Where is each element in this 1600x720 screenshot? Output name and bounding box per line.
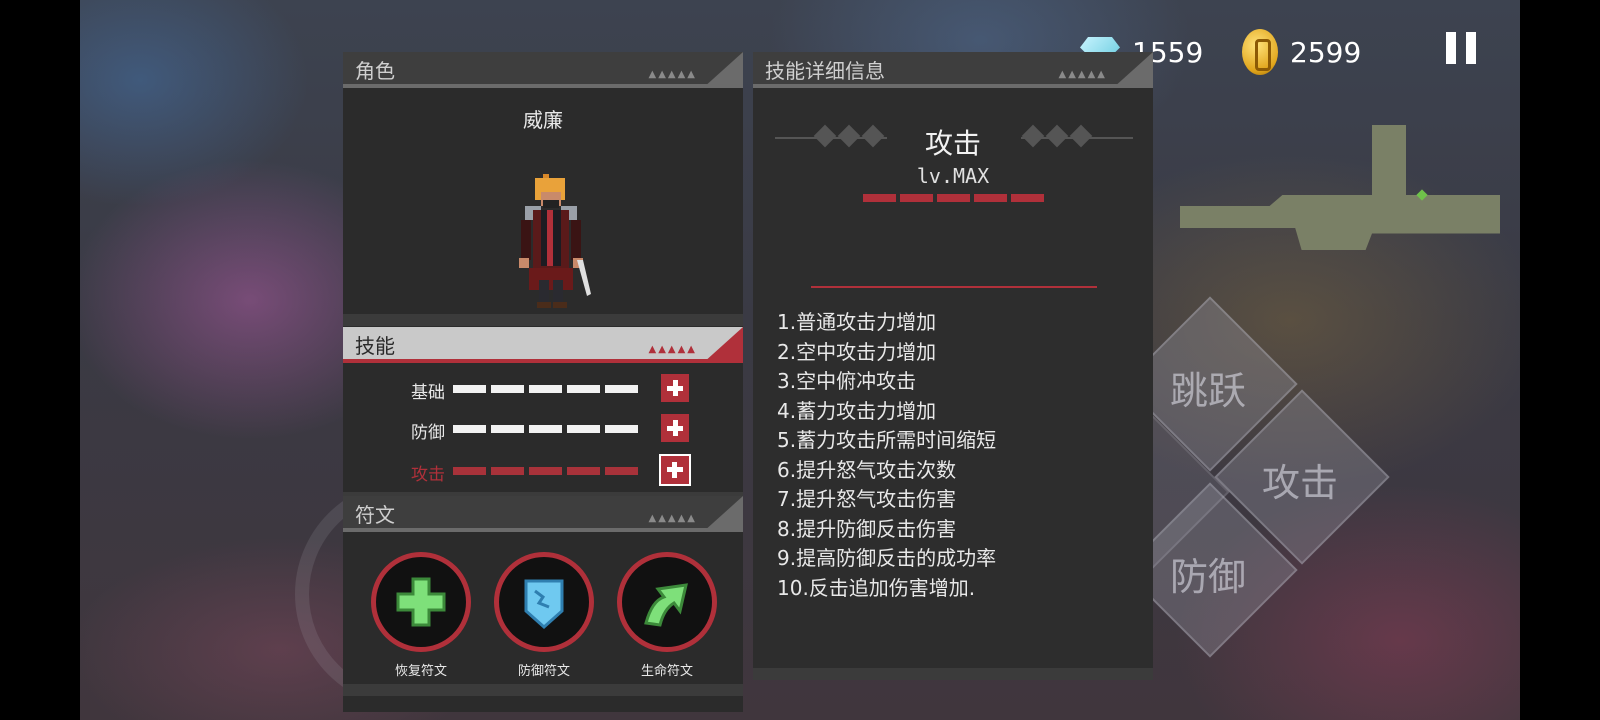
list-item: 3.空中俯冲攻击 — [777, 369, 917, 393]
green-arrow-up-icon — [617, 552, 717, 652]
header-corner — [703, 327, 743, 363]
skill-row-basic[interactable]: 基础 — [343, 372, 743, 406]
rune-slot-recovery[interactable]: 恢复符文 — [371, 552, 471, 679]
header-dots: ▲▲▲▲▲ — [648, 513, 697, 524]
rune-label: 防御符文 — [517, 664, 570, 679]
skills-header-label: 技能 — [355, 334, 395, 358]
list-item: 9.提高防御反击的成功率 — [777, 546, 997, 570]
pause-icon[interactable] — [1446, 32, 1476, 64]
skill-effects-list: 1.普通攻击力增加 2.空中攻击力增加 3.空中俯冲攻击 4.蓄力攻击力增加 5… — [777, 308, 996, 603]
defend-label: 防御 — [1169, 555, 1246, 599]
skill-level: lv.MAX — [916, 164, 990, 188]
runes-header: 符文 ▲▲▲▲▲ — [343, 496, 743, 532]
skill-label: 基础 — [411, 383, 445, 403]
skill-label: 防御 — [411, 423, 445, 443]
divider — [811, 286, 1097, 288]
skills-header: 技能 ▲▲▲▲▲ — [343, 327, 743, 363]
runes-header-label: 符文 — [355, 503, 395, 527]
upgrade-plus-icon[interactable] — [661, 414, 689, 442]
skill-level-bars — [453, 385, 638, 393]
character-panel: 角色 ▲▲▲▲▲ 威廉 技能 ▲▲▲▲▲ 基础 防御 攻击 符文 ▲▲▲▲▲ 恢… — [343, 52, 743, 712]
skill-detail-header: 技能详细信息 ▲▲▲▲▲ — [753, 52, 1153, 88]
green-cross-icon — [371, 552, 471, 652]
list-item: 8.提升防御反击伤害 — [777, 516, 957, 541]
character-header: 角色 ▲▲▲▲▲ — [343, 52, 743, 88]
header-corner — [703, 496, 743, 532]
jump-label: 跳跃 — [1169, 369, 1246, 413]
character-header-label: 角色 — [355, 59, 395, 83]
minimap-shaft — [1372, 125, 1406, 205]
skill-level-bars — [453, 425, 638, 433]
skill-row-attack[interactable]: 攻击 — [343, 454, 743, 488]
list-item: 10.反击追加伤害增加. — [777, 575, 976, 600]
list-item: 1.普通攻击力增加 — [777, 310, 937, 334]
rune-slot-life[interactable]: 生命符文 — [617, 552, 717, 679]
rune-label: 恢复符文 — [394, 664, 447, 679]
list-item: 5.蓄力攻击所需时间缩短 — [777, 428, 997, 452]
list-item: 7.提升怒气攻击伤害 — [777, 487, 957, 511]
character-sprite — [519, 174, 591, 308]
coin-count: 2599 — [1290, 35, 1362, 69]
upgrade-plus-icon[interactable] — [661, 374, 689, 402]
divider — [343, 684, 743, 696]
rune-label: 生命符文 — [640, 664, 693, 679]
header-corner — [1113, 52, 1153, 88]
header-dots: ▲▲▲▲▲ — [1058, 69, 1107, 80]
attack-label: 攻击 — [1261, 461, 1338, 505]
skill-level-bars — [863, 194, 1044, 202]
minimap-corridor — [1180, 195, 1500, 250]
rune-slot-defense[interactable]: 防御符文 — [494, 552, 594, 679]
upgrade-plus-icon[interactable] — [659, 454, 691, 486]
skill-row-defense[interactable]: 防御 — [343, 412, 743, 446]
skill-detail-panel: 技能详细信息 ▲▲▲▲▲ 攻击 lv.MAX 1.普通攻击力增加 2.空中攻击力… — [753, 52, 1153, 680]
gold-coin-icon — [1242, 29, 1278, 75]
panel-footer — [753, 668, 1153, 680]
skill-detail-header-label: 技能详细信息 — [765, 59, 885, 83]
list-item: 2.空中攻击力增加 — [777, 339, 937, 364]
list-item: 4.蓄力攻击力增加 — [777, 398, 937, 423]
skill-title: 攻击 — [924, 127, 981, 160]
character-name: 威廉 — [523, 108, 563, 132]
blue-shield-icon — [494, 552, 594, 652]
skill-label: 攻击 — [411, 465, 445, 485]
skill-level-bars — [453, 467, 638, 475]
header-corner — [703, 52, 743, 88]
header-dots: ▲▲▲▲▲ — [648, 344, 697, 355]
header-dots: ▲▲▲▲▲ — [648, 69, 697, 80]
minimap — [1180, 125, 1500, 255]
divider — [343, 314, 743, 326]
coin-counter: 2599 — [1242, 22, 1361, 82]
list-item: 6.提升怒气攻击次数 — [777, 457, 957, 482]
